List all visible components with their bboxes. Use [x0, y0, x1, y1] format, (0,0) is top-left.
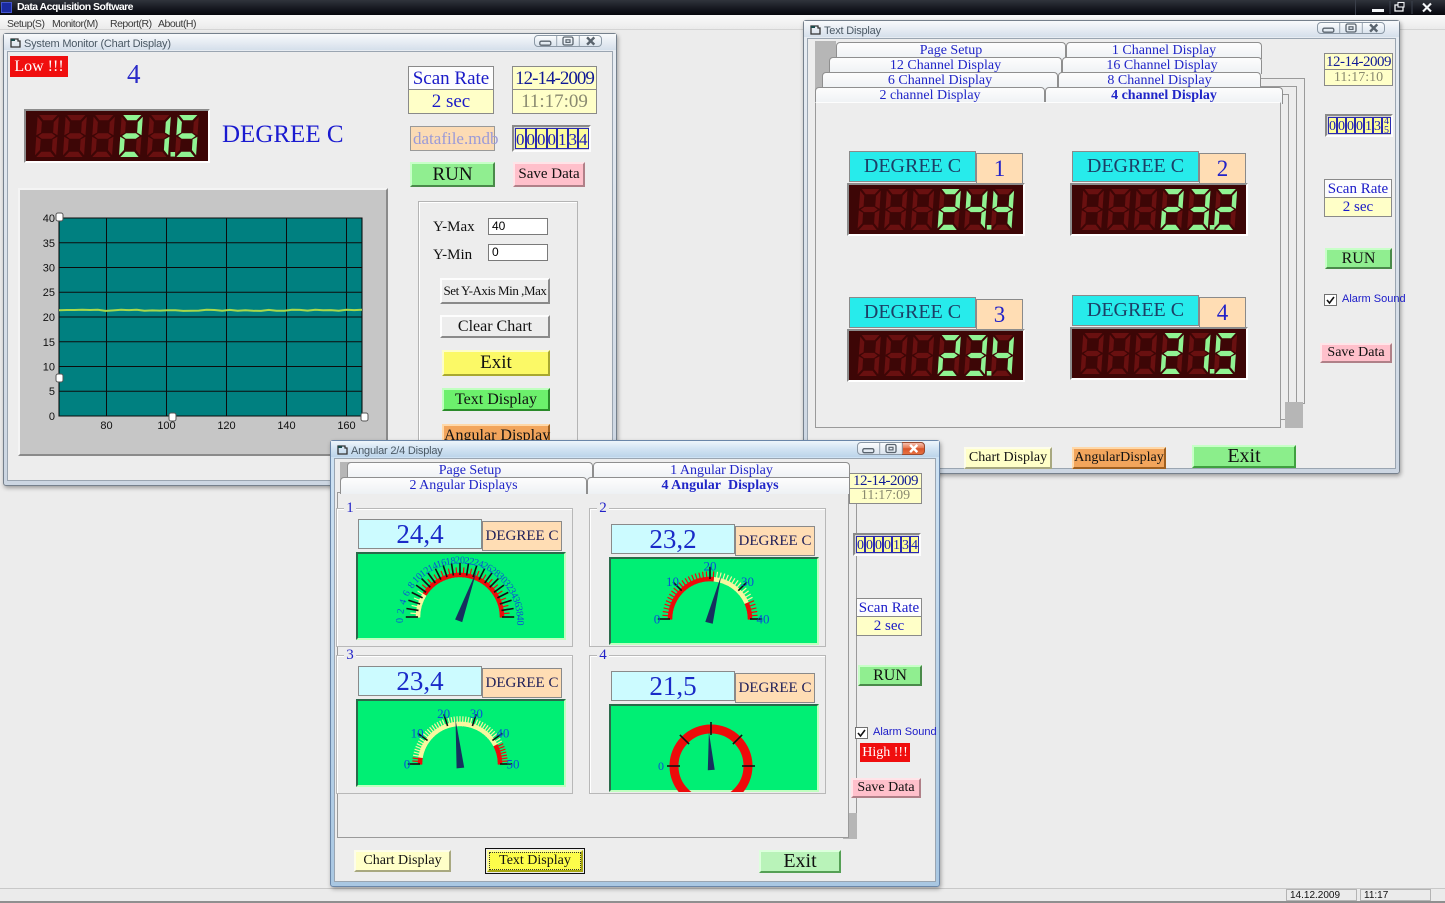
svg-text:50: 50: [507, 757, 520, 772]
svg-text:0: 0: [658, 759, 664, 773]
svg-text:30: 30: [470, 706, 483, 721]
svg-text:10: 10: [666, 574, 679, 589]
svg-text:10: 10: [411, 725, 424, 740]
svg-text:100: 100: [157, 420, 175, 432]
svg-text:30: 30: [43, 263, 55, 275]
svg-text:40: 40: [757, 612, 770, 627]
svg-text:140: 140: [277, 420, 295, 432]
svg-text:0: 0: [395, 618, 406, 623]
svg-text:20: 20: [43, 312, 55, 324]
svg-text:5: 5: [49, 386, 55, 398]
svg-text:6: 6: [401, 589, 413, 598]
svg-text:160: 160: [337, 420, 355, 432]
svg-text:2: 2: [395, 608, 407, 615]
svg-text:35: 35: [43, 238, 55, 250]
svg-text:0: 0: [654, 612, 661, 627]
svg-text:40: 40: [496, 725, 509, 740]
svg-text:40: 40: [514, 616, 525, 626]
svg-text:4: 4: [397, 598, 409, 606]
svg-text:20: 20: [704, 559, 717, 574]
svg-text:15: 15: [43, 337, 55, 349]
svg-text:0: 0: [404, 757, 411, 772]
svg-text:10: 10: [43, 362, 55, 374]
svg-text:0: 0: [49, 411, 55, 423]
svg-text:80: 80: [100, 420, 112, 432]
svg-text:30: 30: [741, 574, 754, 589]
svg-text:40: 40: [43, 213, 55, 225]
svg-text:25: 25: [43, 287, 55, 299]
svg-text:120: 120: [217, 420, 235, 432]
svg-text:20: 20: [437, 706, 450, 721]
